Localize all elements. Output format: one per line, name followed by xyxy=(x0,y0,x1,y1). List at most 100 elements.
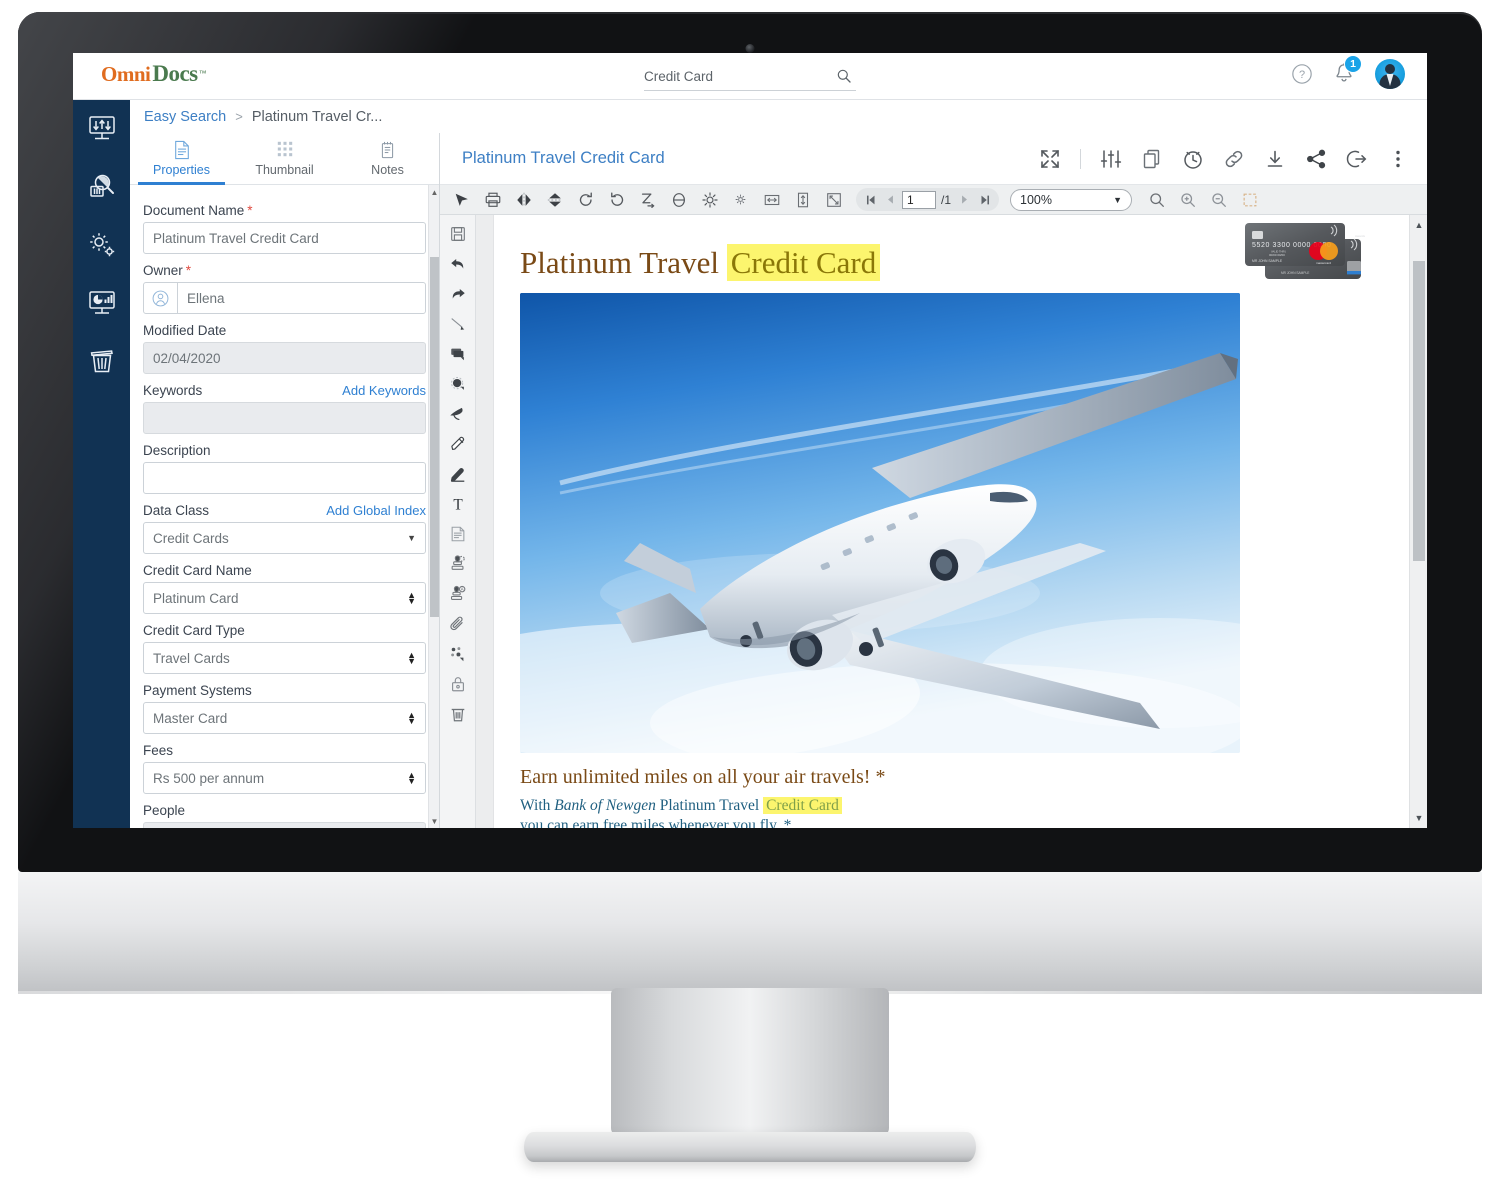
stamp-icon[interactable] xyxy=(445,551,471,577)
page-vertical-scrollbar[interactable]: ▲ ▼ xyxy=(1409,215,1427,828)
search-input[interactable] xyxy=(644,68,794,84)
print-icon[interactable] xyxy=(477,187,508,213)
tab-thumbnail[interactable]: Thumbnail xyxy=(233,133,336,184)
invert-icon[interactable] xyxy=(663,187,694,213)
next-page-icon[interactable] xyxy=(956,192,973,208)
document-name-input[interactable]: Platinum Travel Credit Card xyxy=(143,222,426,254)
fit-width-icon[interactable] xyxy=(756,187,787,213)
zoom-out-icon[interactable] xyxy=(1203,187,1234,213)
fit-page-icon[interactable] xyxy=(818,187,849,213)
page-number-input[interactable] xyxy=(902,190,936,209)
owner-input[interactable]: Ellena xyxy=(143,282,426,314)
tab-properties[interactable]: Properties xyxy=(130,133,233,185)
app-logo[interactable]: Omni Docs ™ xyxy=(101,61,207,87)
flip-vertical-icon[interactable] xyxy=(539,187,570,213)
notes-icon xyxy=(379,140,397,160)
clock-reminder-icon[interactable] xyxy=(1182,148,1204,170)
tab-notes[interactable]: Notes xyxy=(336,133,439,184)
scroll-up-arrow-icon[interactable]: ▲ xyxy=(430,187,439,197)
first-page-icon[interactable] xyxy=(862,192,879,208)
payment-systems-stepper[interactable]: Master Card ▲ ▼ xyxy=(143,702,426,734)
settings-gears-icon[interactable] xyxy=(85,228,119,262)
viewer-title: Platinum Travel Credit Card xyxy=(462,149,665,167)
text-tool-icon[interactable]: T xyxy=(445,491,471,517)
brightness-down-icon[interactable] xyxy=(725,187,756,213)
cursor-select-icon[interactable] xyxy=(446,187,477,213)
global-search[interactable] xyxy=(644,62,856,91)
ellipse-icon[interactable] xyxy=(445,371,471,397)
stepper-arrows-icon[interactable]: ▲ ▼ xyxy=(407,711,416,726)
dashboard-monitor-icon[interactable] xyxy=(85,112,119,146)
zoom-in-icon[interactable] xyxy=(1172,187,1203,213)
lock-icon[interactable] xyxy=(445,671,471,697)
doc-body-lead: With xyxy=(520,797,555,814)
description-input[interactable] xyxy=(143,462,426,494)
share-icon[interactable] xyxy=(1305,148,1327,170)
exit-logout-icon[interactable] xyxy=(1346,148,1368,170)
reports-chart-monitor-icon[interactable] xyxy=(85,286,119,320)
sliders-settings-icon[interactable] xyxy=(1100,148,1122,170)
rotate-right-icon[interactable] xyxy=(570,187,601,213)
annotation-toolbar: T A xyxy=(440,215,476,828)
last-page-icon[interactable] xyxy=(976,192,993,208)
label-text: Payment Systems xyxy=(143,683,252,698)
search-icon[interactable] xyxy=(836,68,852,84)
credit-card-name-stepper[interactable]: Platinum Card ▲ ▼ xyxy=(143,582,426,614)
monitor-frame: Omni Docs ™ ? 1 xyxy=(18,12,1482,872)
stepper-arrows-icon[interactable]: ▲ ▼ xyxy=(407,651,416,666)
delete-trash-icon[interactable] xyxy=(445,701,471,727)
rotate-left-icon[interactable] xyxy=(601,187,632,213)
download-icon[interactable] xyxy=(1264,148,1286,170)
people-field[interactable]: Dipin xyxy=(143,822,426,828)
scrollbar-thumb[interactable] xyxy=(430,257,439,617)
fees-stepper[interactable]: Rs 500 per annum ▲ ▼ xyxy=(143,762,426,794)
notifications-button[interactable]: 1 xyxy=(1333,55,1362,86)
stepper-arrows-icon[interactable]: ▲ ▼ xyxy=(407,771,416,786)
scroll-up-arrow-icon[interactable]: ▲ xyxy=(1413,219,1425,231)
magnifier-icon[interactable] xyxy=(1141,187,1172,213)
pencil-icon[interactable] xyxy=(445,461,471,487)
brush-icon[interactable] xyxy=(445,401,471,427)
document-icon xyxy=(173,140,191,160)
sticky-note-icon[interactable] xyxy=(445,521,471,547)
attachment-clip-icon[interactable] xyxy=(445,611,471,637)
rectangle-icon[interactable] xyxy=(445,341,471,367)
stepper-arrows-icon[interactable]: ▲ ▼ xyxy=(407,591,416,606)
expand-fullscreen-icon[interactable] xyxy=(1039,148,1061,170)
label-text: People xyxy=(143,803,186,818)
scrollbar-thumb[interactable] xyxy=(1413,261,1425,561)
highlighter-icon[interactable] xyxy=(445,431,471,457)
add-global-index-link[interactable]: Add Global Index xyxy=(326,503,426,518)
data-class-dropdown[interactable]: Credit Cards ▼ xyxy=(143,522,426,554)
add-keywords-link[interactable]: Add Keywords xyxy=(342,383,426,398)
line-arrow-icon[interactable] xyxy=(445,311,471,337)
shapes-icon[interactable] xyxy=(445,641,471,667)
avatar[interactable] xyxy=(1375,59,1405,89)
scroll-down-arrow-icon[interactable]: ▼ xyxy=(1413,812,1425,824)
field-label-keywords: Keywords Add Keywords xyxy=(143,383,426,398)
search-document-icon[interactable] xyxy=(85,170,119,204)
flip-horizontal-icon[interactable] xyxy=(508,187,539,213)
link-icon[interactable] xyxy=(1223,148,1245,170)
prev-page-icon[interactable] xyxy=(882,192,899,208)
undo-icon[interactable] xyxy=(445,251,471,277)
help-circle-icon[interactable]: ? xyxy=(1291,63,1313,85)
breadcrumb-root[interactable]: Easy Search xyxy=(144,109,226,125)
doc-title-plain: Platinum Travel xyxy=(520,245,727,280)
zoom-level-dropdown[interactable]: 100% ▼ xyxy=(1010,188,1133,211)
deskew-icon[interactable] xyxy=(632,187,663,213)
copy-pages-icon[interactable] xyxy=(1141,148,1163,170)
save-icon[interactable] xyxy=(445,221,471,247)
trash-bin-icon[interactable] xyxy=(85,344,119,378)
scroll-down-arrow-icon[interactable]: ▼ xyxy=(430,816,439,826)
brightness-up-icon[interactable] xyxy=(694,187,725,213)
stamp-annotation-icon[interactable]: A xyxy=(445,581,471,607)
more-vertical-icon[interactable] xyxy=(1387,148,1409,170)
credit-card-type-stepper[interactable]: Travel Cards ▲ ▼ xyxy=(143,642,426,674)
redo-icon[interactable] xyxy=(445,281,471,307)
region-select-icon[interactable] xyxy=(1234,187,1265,213)
fit-height-icon[interactable] xyxy=(787,187,818,213)
properties-scrollbar[interactable]: ▲ ▼ xyxy=(428,185,439,828)
viewer-toolbar: /1 100% xyxy=(440,185,1427,215)
keywords-field[interactable] xyxy=(143,402,426,434)
